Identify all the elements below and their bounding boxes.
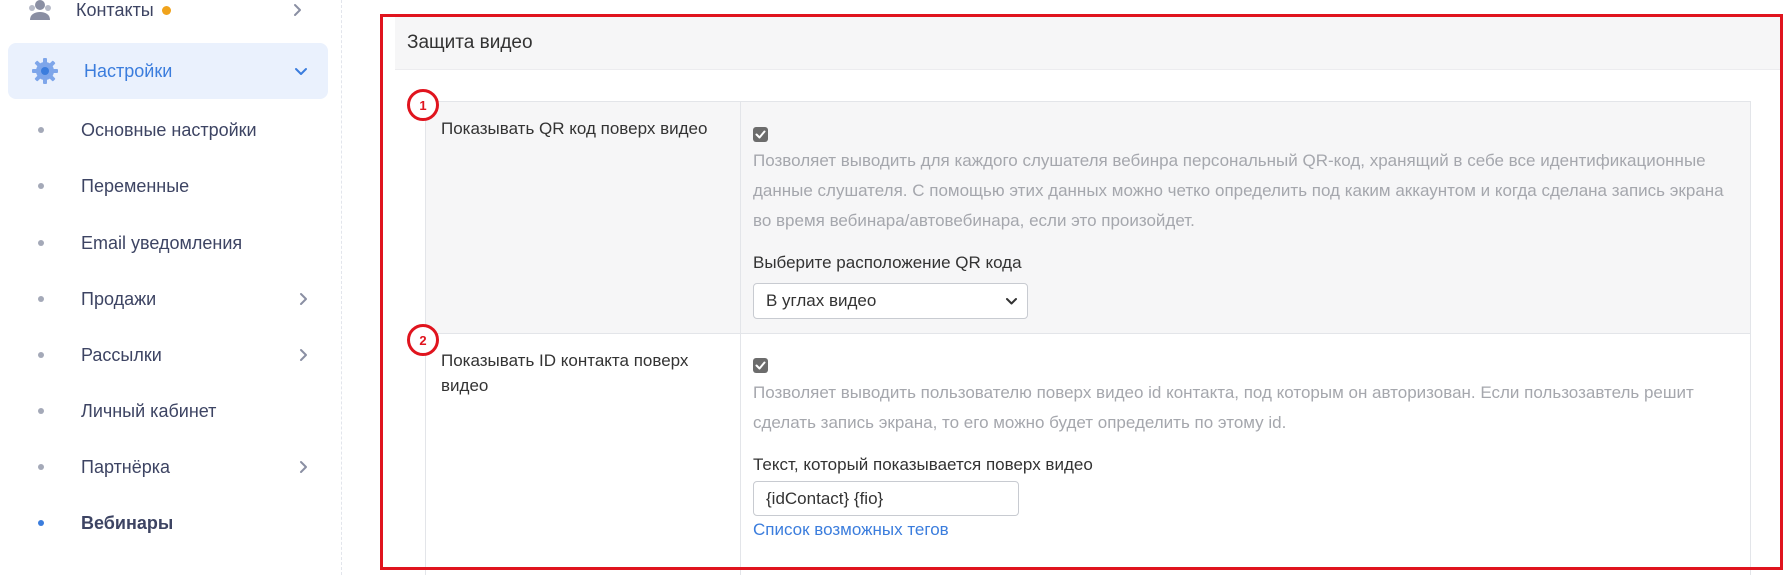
notification-dot [161, 5, 171, 15]
sidebar-item-label: Контакты [76, 0, 154, 20]
sidebar-subitem-label: Личный кабинет [81, 400, 217, 421]
gear-icon [29, 55, 61, 87]
chevron-right-icon [300, 461, 307, 473]
sidebar-subitem-variables[interactable]: Переменные [38, 171, 310, 201]
sidebar-subitem-personal-cabinet[interactable]: Личный кабинет [38, 396, 310, 426]
sidebar-subitem-label: Партнёрка [81, 456, 171, 477]
chevron-right-icon [300, 293, 307, 305]
bullet [38, 464, 44, 470]
sidebar-item-settings[interactable]: Настройки [8, 43, 328, 99]
sidebar-subitem-label: Переменные [81, 175, 190, 196]
sidebar-item-contacts[interactable]: Контакты [28, 0, 318, 28]
sidebar-subitem-label: Рассылки [81, 344, 162, 365]
sidebar-item-label: Настройки [84, 60, 173, 81]
sidebar-subitem-mailings[interactable]: Рассылки [38, 340, 310, 370]
bullet [38, 520, 44, 526]
contacts-icon [28, 0, 52, 22]
sidebar-subitem-main-settings[interactable]: Основные настройки [38, 115, 310, 145]
sidebar-subitem-label: Продажи [81, 288, 157, 309]
bullet [38, 296, 44, 302]
bullet [38, 408, 44, 414]
sidebar-subitem-affiliate[interactable]: Партнёрка [38, 452, 310, 482]
sidebar-subitem-label: Вебинары [81, 512, 174, 533]
bullet [38, 183, 44, 189]
sidebar-subitem-sales[interactable]: Продажи [38, 284, 310, 314]
sidebar-subitem-label: Email уведомления [81, 232, 243, 253]
sidebar: Контакты Настройки Основные настройки Пе… [0, 0, 342, 575]
chevron-down-icon [295, 68, 307, 75]
bullet [38, 127, 44, 133]
bullet [38, 240, 44, 246]
annotation-frame [380, 14, 1783, 570]
chevron-right-icon [300, 349, 307, 361]
sidebar-subitem-webinars[interactable]: Вебинары [38, 508, 310, 538]
sidebar-subitem-email-notifications[interactable]: Email уведомления [38, 228, 310, 258]
chevron-right-icon [294, 4, 301, 16]
sidebar-subitem-label: Основные настройки [81, 119, 257, 140]
bullet [38, 352, 44, 358]
